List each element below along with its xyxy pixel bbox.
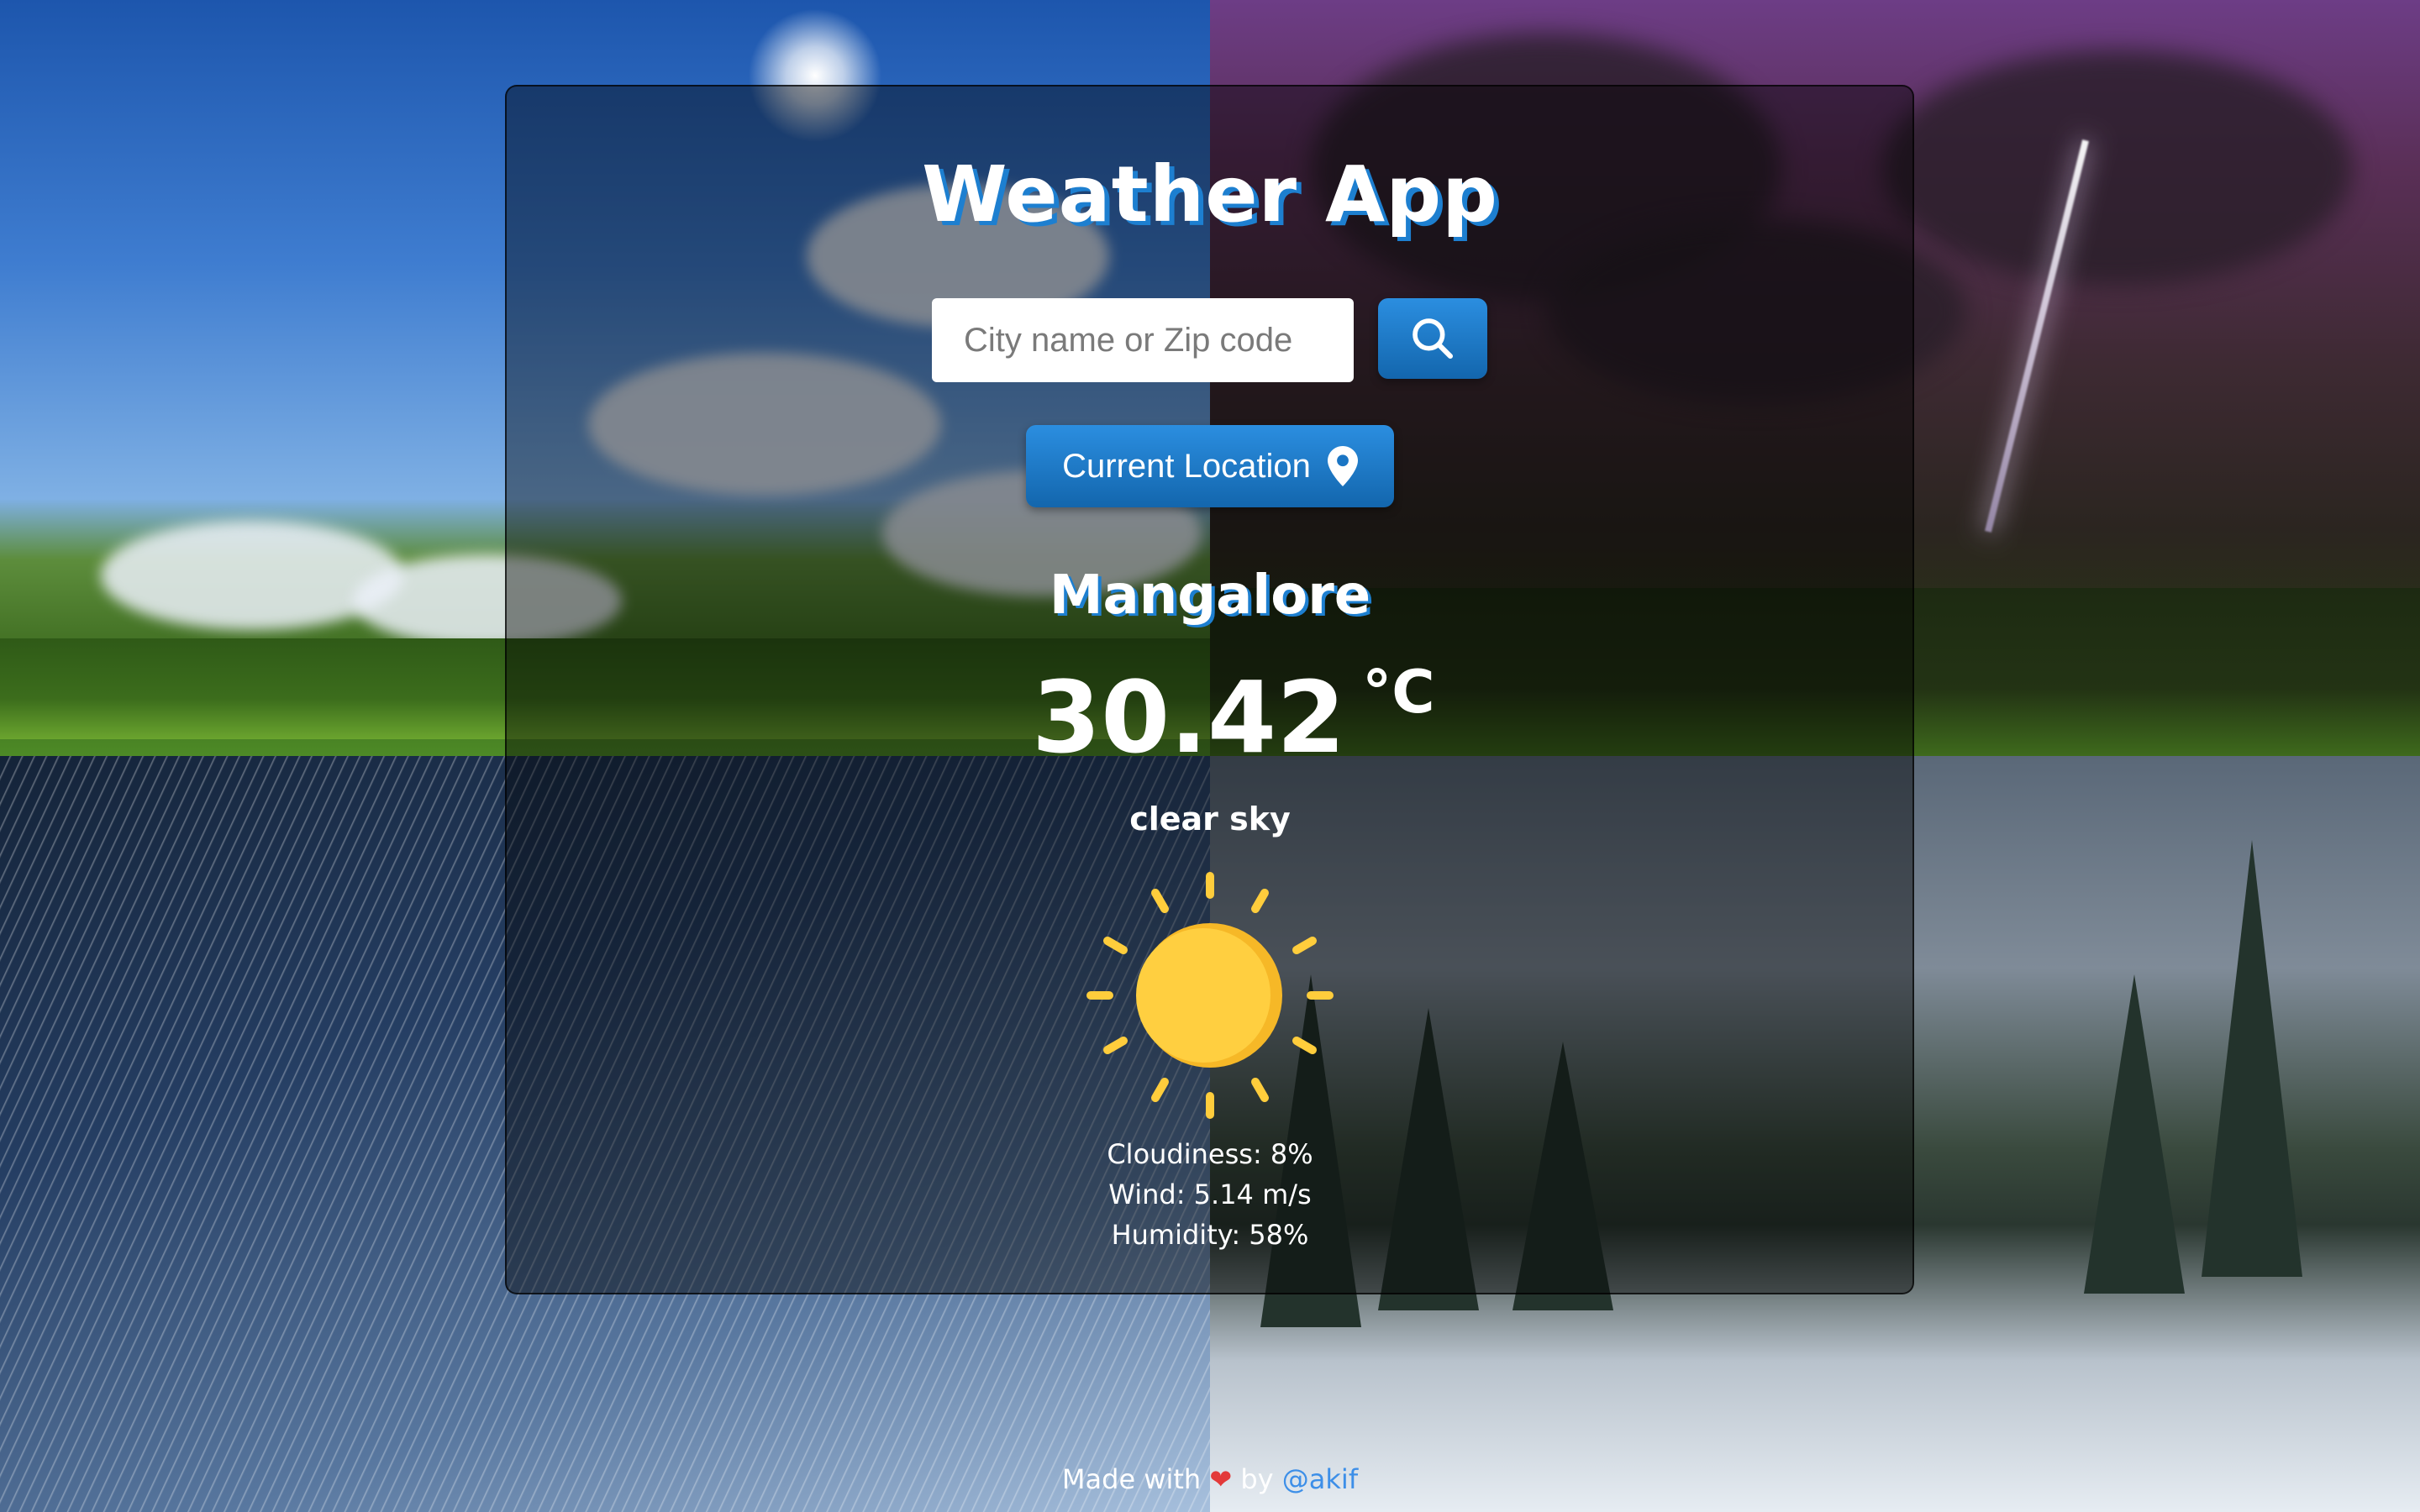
search-icon (1413, 318, 1454, 360)
temperature-unit: °C (1362, 658, 1435, 727)
app-title: Weather App (922, 150, 1498, 239)
search-button[interactable] (1378, 298, 1487, 379)
wind-text: Wind: 5.14 m/s (1108, 1179, 1312, 1210)
search-bar (0, 298, 2420, 382)
map-pin-icon (1327, 446, 1358, 486)
footer-by: by (1240, 1463, 1274, 1495)
sun-icon (1086, 872, 1334, 1119)
cloudiness-text: Cloudiness: 8% (1107, 1138, 1313, 1170)
weather-description: clear sky (1129, 801, 1291, 837)
heart-icon: ❤ (1209, 1463, 1233, 1495)
current-location-button[interactable]: Current Location (1026, 425, 1394, 507)
temperature-value: 30.42 (1032, 659, 1346, 775)
author-link[interactable]: @akif (1282, 1463, 1358, 1495)
footer: Made with ❤ by @akif (0, 1463, 2420, 1495)
humidity-text: Humidity: 58% (1111, 1219, 1309, 1251)
search-input[interactable] (932, 298, 1354, 382)
city-name: Mangalore (1049, 564, 1371, 627)
footer-prefix: Made with (1061, 1463, 1202, 1495)
current-location-label: Current Location (1062, 447, 1311, 485)
temperature: 30.42 °C (1032, 659, 1435, 775)
weather-details: Cloudiness: 8% Wind: 5.14 m/s Humidity: … (0, 1134, 2420, 1255)
